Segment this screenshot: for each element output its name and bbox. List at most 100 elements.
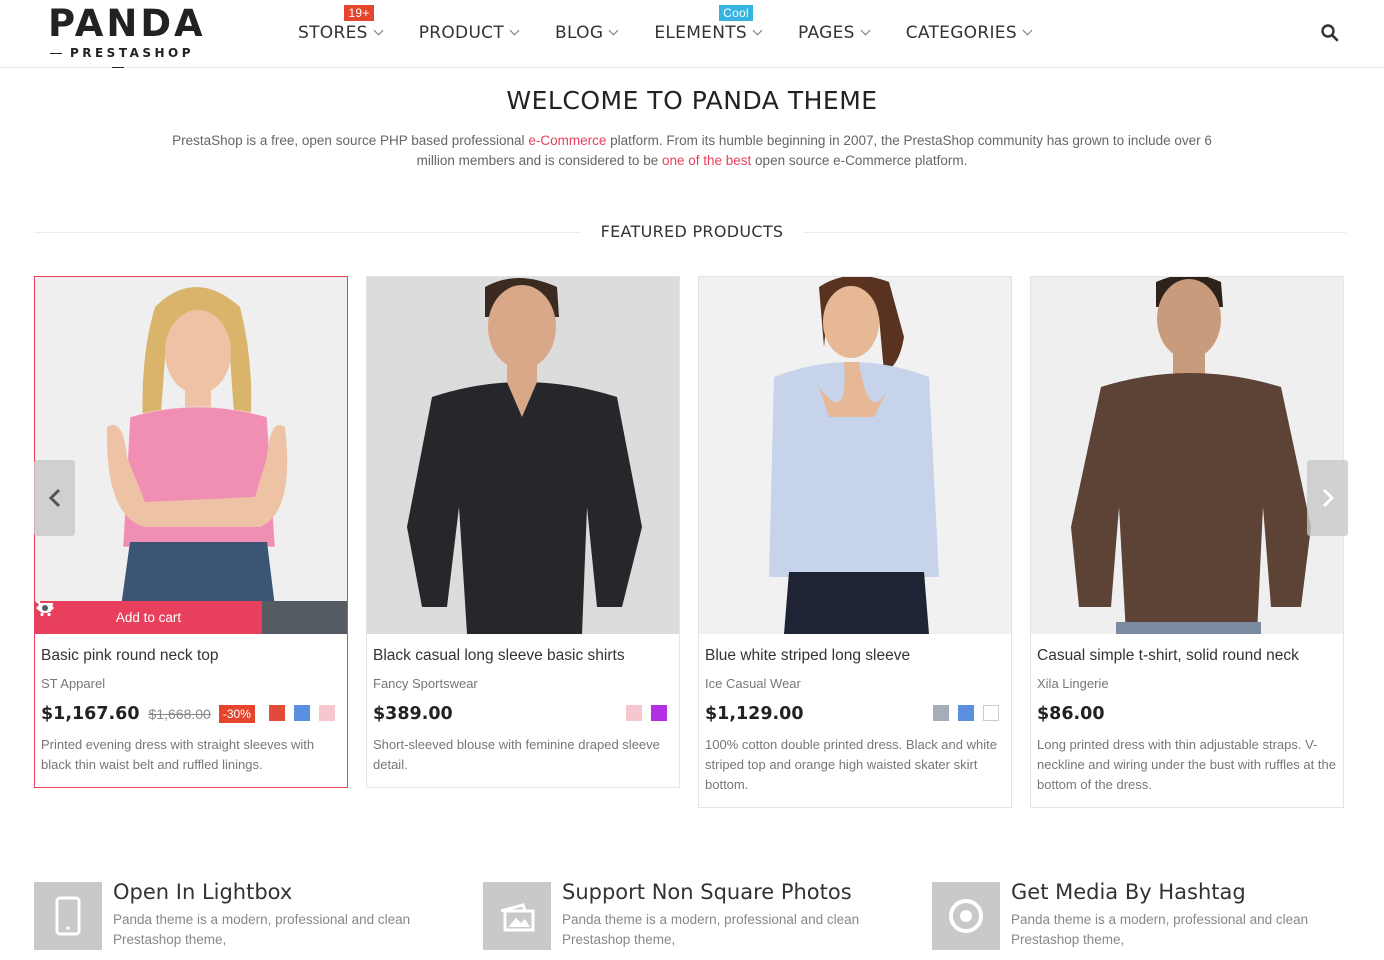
search-icon[interactable] bbox=[1320, 23, 1340, 43]
price-row: $1,129.00 bbox=[705, 701, 1005, 727]
color-swatch[interactable] bbox=[626, 705, 642, 721]
color-swatch[interactable] bbox=[651, 705, 667, 721]
product-image[interactable] bbox=[699, 277, 1011, 634]
chevron-down-icon bbox=[860, 25, 871, 36]
product-price: $86.00 bbox=[1037, 704, 1105, 724]
product-photo-woman-pink-top bbox=[35, 277, 347, 634]
carousel-next-button[interactable] bbox=[1307, 460, 1348, 536]
product-card[interactable]: Add to cart Basic pink round neck top ST… bbox=[34, 276, 348, 788]
product-image[interactable] bbox=[367, 277, 679, 634]
one-of-the-best-link[interactable]: one of the best bbox=[662, 153, 751, 168]
product-image[interactable]: Add to cart bbox=[35, 277, 347, 634]
logo-sub-text: PRESTASHOP bbox=[34, 46, 202, 74]
product-info: Basic pink round neck top ST Apparel $1,… bbox=[35, 634, 347, 787]
color-swatches bbox=[617, 705, 667, 721]
product-old-price: $1,668.00 bbox=[148, 706, 211, 722]
ecommerce-link[interactable]: e-Commerce bbox=[528, 133, 606, 148]
price-row: $1,167.60 $1,668.00 -30% bbox=[41, 701, 341, 727]
feature-non-square: Support Non Square Photos Panda theme is… bbox=[483, 880, 903, 952]
product-brand: Ice Casual Wear bbox=[705, 676, 801, 691]
product-description: Printed evening dress with straight slee… bbox=[41, 737, 315, 772]
featured-products-title: FEATURED PRODUCTS bbox=[0, 222, 1384, 242]
carousel-prev-button[interactable] bbox=[34, 460, 75, 536]
color-swatch[interactable] bbox=[294, 705, 310, 721]
product-info: Casual simple t-shirt, solid round neck … bbox=[1031, 634, 1343, 807]
chevron-down-icon bbox=[752, 25, 763, 36]
product-card[interactable]: Blue white striped long sleeve Ice Casua… bbox=[698, 276, 1012, 808]
product-name[interactable]: Blue white striped long sleeve bbox=[705, 645, 1005, 667]
product-photo-man-black-shirt bbox=[367, 277, 679, 634]
product-card[interactable]: Casual simple t-shirt, solid round neck … bbox=[1030, 276, 1344, 808]
nav-item-stores[interactable]: STORES 19+ bbox=[298, 0, 384, 66]
product-info: Black casual long sleeve basic shirts Fa… bbox=[367, 634, 679, 787]
target-icon bbox=[932, 882, 1000, 950]
logo[interactable]: PANDA PRESTASHOP bbox=[34, 4, 204, 64]
product-price: $1,167.60 bbox=[41, 704, 140, 724]
color-swatch[interactable] bbox=[319, 705, 335, 721]
chevron-down-icon bbox=[509, 25, 520, 36]
feature-title: Support Non Square Photos bbox=[562, 880, 852, 904]
chevron-down-icon bbox=[1022, 25, 1033, 36]
color-swatch[interactable] bbox=[933, 705, 949, 721]
product-image[interactable] bbox=[1031, 277, 1343, 634]
product-brand: ST Apparel bbox=[41, 676, 106, 691]
nav-badge: Cool bbox=[719, 5, 753, 21]
chevron-down-icon bbox=[373, 25, 384, 36]
color-swatches bbox=[260, 705, 335, 721]
nav-item-blog[interactable]: BLOG bbox=[555, 0, 619, 66]
feature-text: Panda theme is a modern, professional an… bbox=[1011, 912, 1309, 947]
logo-main-text: PANDA bbox=[48, 2, 206, 45]
chevron-right-icon bbox=[1322, 488, 1334, 508]
card-actions: Add to cart bbox=[35, 601, 347, 634]
color-swatch[interactable] bbox=[983, 705, 999, 721]
feature-title: Open In Lightbox bbox=[113, 880, 293, 904]
chevron-left-icon bbox=[48, 488, 60, 508]
feature-hashtag: Get Media By Hashtag Panda theme is a mo… bbox=[932, 880, 1352, 952]
feature-lightbox: Open In Lightbox Panda theme is a modern… bbox=[34, 880, 454, 952]
product-description: Short-sleeved blouse with feminine drape… bbox=[373, 737, 660, 772]
price-row: $86.00 bbox=[1037, 701, 1337, 727]
price-row: $389.00 bbox=[373, 701, 673, 727]
product-brand: Xila Lingerie bbox=[1037, 676, 1109, 691]
color-swatch[interactable] bbox=[958, 705, 974, 721]
product-name[interactable]: Casual simple t-shirt, solid round neck bbox=[1037, 645, 1337, 667]
product-brand: Fancy Sportswear bbox=[373, 676, 478, 691]
nav-item-elements[interactable]: ELEMENTS Cool bbox=[654, 0, 763, 66]
product-price: $1,129.00 bbox=[705, 704, 804, 724]
product-info: Blue white striped long sleeve Ice Casua… bbox=[699, 634, 1011, 807]
add-to-cart-button[interactable]: Add to cart bbox=[35, 601, 262, 634]
add-to-cart-label: Add to cart bbox=[115, 610, 182, 625]
product-name[interactable]: Basic pink round neck top bbox=[41, 645, 341, 667]
chevron-down-icon bbox=[608, 25, 619, 36]
nav-label: STORES bbox=[298, 23, 368, 43]
main-nav: STORES 19+ PRODUCT BLOG ELEMENTS Cool PA… bbox=[298, 0, 1068, 66]
eye-icon bbox=[36, 603, 54, 613]
product-photo-man-brown-sweater bbox=[1031, 277, 1343, 634]
mobile-icon bbox=[34, 882, 102, 950]
nav-item-pages[interactable]: PAGES bbox=[798, 0, 871, 66]
product-name[interactable]: Black casual long sleeve basic shirts bbox=[373, 645, 673, 667]
color-swatch[interactable] bbox=[269, 705, 285, 721]
product-description: Long printed dress with thin adjustable … bbox=[1037, 737, 1336, 792]
welcome-title: WELCOME TO PANDA THEME bbox=[506, 86, 878, 115]
nav-item-product[interactable]: PRODUCT bbox=[418, 0, 520, 66]
color-swatches bbox=[924, 705, 999, 721]
feature-text: Panda theme is a modern, professional an… bbox=[562, 912, 860, 947]
product-card[interactable]: Black casual long sleeve basic shirts Fa… bbox=[366, 276, 680, 788]
site-header: PANDA PRESTASHOP STORES 19+ PRODUCT BLOG… bbox=[0, 0, 1384, 68]
product-photo-woman-blue-shirt bbox=[699, 277, 1011, 634]
feature-title: Get Media By Hashtag bbox=[1011, 880, 1246, 904]
discount-badge: -30% bbox=[218, 705, 255, 723]
nav-label: BLOG bbox=[555, 23, 604, 43]
nav-label: PAGES bbox=[798, 23, 855, 43]
feature-text: Panda theme is a modern, professional an… bbox=[113, 912, 411, 947]
product-description: 100% cotton double printed dress. Black … bbox=[705, 737, 997, 792]
quick-view-button[interactable] bbox=[36, 601, 347, 634]
nav-label: CATEGORIES bbox=[905, 23, 1017, 43]
product-price: $389.00 bbox=[373, 704, 453, 724]
welcome-text: PrestaShop is a free, open source PHP ba… bbox=[172, 133, 1212, 168]
photos-icon bbox=[483, 882, 551, 950]
nav-badge: 19+ bbox=[344, 5, 374, 21]
nav-label: PRODUCT bbox=[418, 23, 505, 43]
nav-item-categories[interactable]: CATEGORIES bbox=[905, 0, 1033, 66]
